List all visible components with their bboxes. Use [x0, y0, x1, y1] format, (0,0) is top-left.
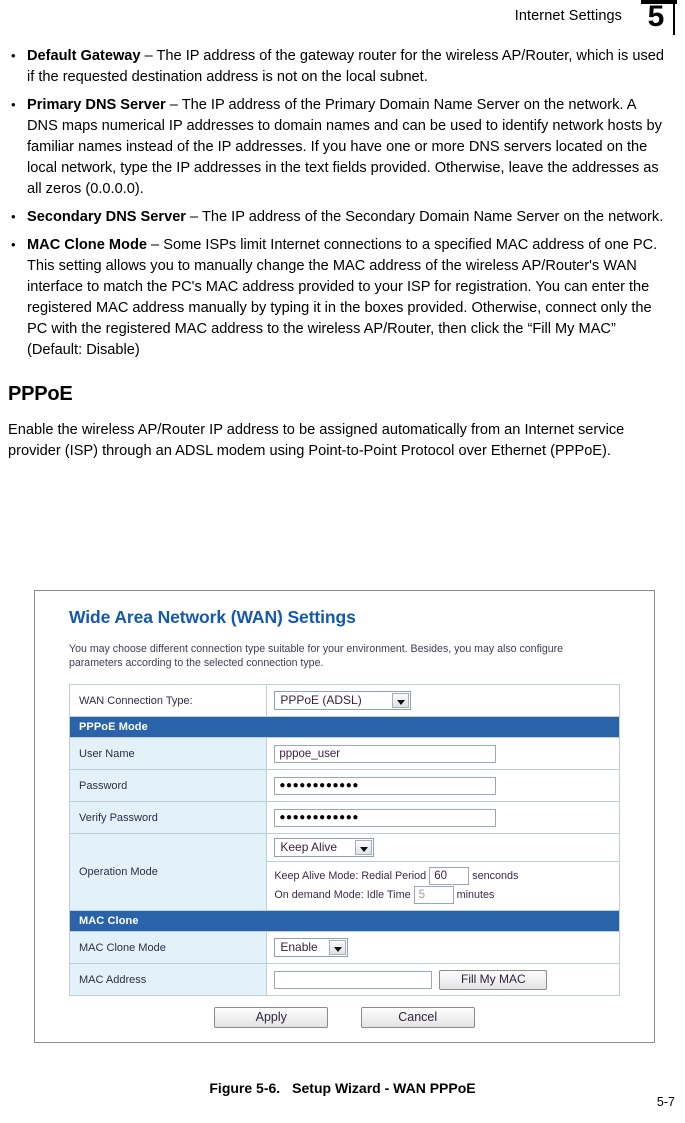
chevron-down-icon[interactable] [355, 840, 373, 855]
verify-password-cell: ●●●●●●●●●●●● [266, 801, 620, 834]
chapter-tab: 5 [641, 0, 677, 36]
list-item: Primary DNS Server – The IP address of t… [8, 94, 668, 200]
keep-alive-row: Keep Alive Mode: Redial Period 60 sencon… [274, 867, 619, 886]
on-demand-suffix-label: minutes [456, 889, 495, 901]
operation-mode-select-row: Keep Alive [267, 834, 619, 862]
select-value: PPPoE (ADSL) [280, 693, 362, 707]
term-description: – The IP address of the Secondary Domain… [186, 209, 664, 225]
cancel-button[interactable]: Cancel [360, 1007, 475, 1028]
password-cell: ●●●●●●●●●●●● [266, 769, 620, 802]
figure-number: Figure 5-6. [209, 1080, 281, 1096]
mac-clone-mode-select[interactable]: Enable [274, 938, 349, 957]
page-description: You may choose different connection type… [69, 643, 564, 669]
figure-title: Setup Wizard - WAN PPPoE [292, 1080, 476, 1096]
apply-button[interactable]: Apply [214, 1007, 329, 1028]
wan-settings-window: Wide Area Network (WAN) Settings You may… [34, 590, 655, 1043]
user-name-cell: pppoe_user [266, 737, 620, 770]
mac-clone-mode-cell: Enable [266, 931, 620, 964]
on-demand-prefix-label: On demand Mode: Idle Time [274, 889, 411, 901]
operation-mode-cell: Keep Alive Keep Alive Mode: Redial Perio… [266, 833, 620, 911]
password-label: Password [68, 769, 268, 802]
list-item: MAC Clone Mode – Some ISPs limit Interne… [8, 234, 668, 361]
pppoe-mode-section-header: PPPoE Mode [69, 716, 620, 738]
term-label: MAC Clone Mode [27, 237, 147, 253]
on-demand-row: On demand Mode: Idle Time 5 minutes [274, 886, 619, 905]
figure-screenshot: Wide Area Network (WAN) Settings You may… [34, 590, 655, 1043]
term-label: Default Gateway [27, 48, 141, 64]
user-name-input[interactable]: pppoe_user [274, 744, 497, 763]
user-name-label: User Name [68, 737, 268, 770]
term-description: – Some ISPs limit Internet connections t… [27, 237, 658, 358]
keep-alive-prefix-label: Keep Alive Mode: Redial Period [274, 870, 427, 882]
form-actions: Apply Cancel [57, 996, 632, 1028]
figure-caption: Figure 5-6. Setup Wizard - WAN PPPoE [0, 1080, 685, 1096]
body-content: Default Gateway – The IP address of the … [8, 45, 668, 462]
wan-connection-type-label: WAN Connection Type: [68, 684, 268, 717]
page-header: Internet Settings 5 [0, 0, 685, 40]
password-input[interactable]: ●●●●●●●●●●●● [274, 776, 497, 795]
table-row: Password ●●●●●●●●●●●● [68, 769, 620, 802]
table-row: MAC Clone [69, 910, 620, 932]
table-row: Verify Password ●●●●●●●●●●●● [68, 801, 620, 834]
verify-password-label: Verify Password [68, 801, 268, 834]
list-item: Secondary DNS Server – The IP address of… [8, 206, 668, 228]
wan-connection-type-cell: PPPoE (ADSL) [266, 684, 620, 717]
table-row: MAC Clone Mode Enable [68, 931, 620, 964]
select-value: Keep Alive [280, 840, 338, 854]
chevron-down-icon[interactable] [329, 940, 347, 955]
operation-mode-label: Operation Mode [68, 833, 268, 911]
redial-period-input[interactable]: 60 [429, 867, 470, 886]
keep-alive-suffix-label: senconds [472, 870, 519, 882]
page-title: Wide Area Network (WAN) Settings [69, 607, 356, 627]
idle-time-input[interactable]: 5 [413, 886, 454, 905]
wan-connection-type-select[interactable]: PPPoE (ADSL) [274, 691, 412, 710]
chapter-number: 5 [647, 0, 665, 33]
operation-mode-select[interactable]: Keep Alive [274, 838, 375, 857]
mac-address-input[interactable] [274, 970, 433, 989]
table-row: Operation Mode Keep Alive Keep Alive Mod… [68, 833, 620, 911]
mac-clone-section-header: MAC Clone [69, 910, 620, 932]
term-label: Primary DNS Server [27, 97, 166, 113]
table-row: User Name pppoe_user [68, 737, 620, 770]
section-paragraph: Enable the wireless AP/Router IP address… [8, 422, 625, 459]
definition-list: Default Gateway – The IP address of the … [8, 45, 668, 361]
chapter-rule [673, 3, 675, 35]
section-heading: PPPoE [8, 383, 73, 405]
operation-mode-params: Keep Alive Mode: Redial Period 60 sencon… [267, 862, 619, 910]
mac-clone-mode-label: MAC Clone Mode [68, 931, 268, 964]
fill-my-mac-button[interactable]: Fill My MAC [439, 969, 548, 990]
table-row: MAC Address Fill My MAC [68, 963, 620, 996]
chevron-down-icon[interactable] [392, 693, 410, 708]
mac-address-cell: Fill My MAC [266, 963, 620, 996]
page-number: 5-7 [656, 1095, 675, 1109]
table-row: WAN Connection Type: PPPoE (ADSL) [68, 684, 620, 717]
wan-settings-table: WAN Connection Type: PPPoE (ADSL) PPPoE … [68, 684, 620, 996]
verify-password-input[interactable]: ●●●●●●●●●●●● [274, 808, 497, 827]
mac-address-label: MAC Address [68, 963, 268, 996]
term-label: Secondary DNS Server [27, 209, 186, 225]
table-row: PPPoE Mode [69, 716, 620, 738]
list-item: Default Gateway – The IP address of the … [8, 45, 668, 88]
select-value: Enable [280, 940, 318, 954]
header-title: Internet Settings [514, 8, 622, 24]
